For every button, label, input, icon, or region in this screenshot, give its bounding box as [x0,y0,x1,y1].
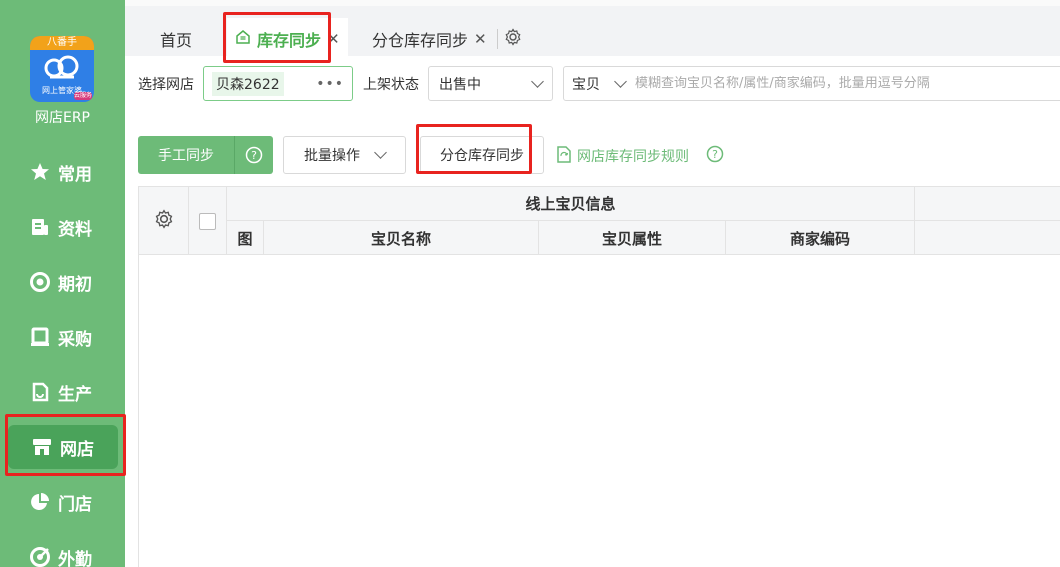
sidebar-item-field[interactable]: 外勤 [14,535,118,567]
product-table: 线上宝贝信息 图 宝贝名称 宝贝属性 商家编码 [138,186,1060,567]
sync-rule-link[interactable]: 网店库存同步规则 ? [556,145,724,167]
group-header-label: 线上宝贝信息 [525,195,616,213]
tab-divider [496,29,498,49]
sidebar-item-purchase[interactable]: 采购 [14,315,118,359]
manual-sync-button[interactable]: 手工同步 [138,145,234,165]
status-select[interactable]: 出售中 [428,66,553,101]
manual-sync-button-group: 手工同步 ? [138,136,273,174]
chevron-down-icon [374,146,387,159]
batch-ops-label: 批量操作 [304,148,360,164]
sidebar-item-label: 资料 [58,219,92,240]
svg-text:?: ? [712,148,718,161]
sidebar-item-label: 期初 [58,274,92,295]
table-header: 线上宝贝信息 图 宝贝名称 宝贝属性 商家编码 [139,186,1060,255]
sidebar-item-production[interactable]: 生产 [14,370,118,414]
select-all-checkbox[interactable] [199,212,216,230]
help-icon[interactable]: ? [706,145,724,167]
gear-icon[interactable] [154,209,174,233]
search-input[interactable] [635,76,1060,91]
search-box: 宝贝 [563,66,1060,101]
logo-top-text: 八番手 [30,36,94,50]
status-label: 上架状态 [363,77,419,93]
tab-home[interactable]: 首页 [160,18,192,60]
target-icon [30,272,50,292]
column-header-label: 宝贝属性 [601,229,662,248]
highlight-box-warehouse-sync [416,124,532,174]
column-header-image[interactable]: 图 [227,221,264,255]
close-icon[interactable]: ✕ [474,30,487,48]
app-logo[interactable]: 八番手 网上管家婆 云服务 [30,36,94,102]
shop-selector[interactable]: 贝森2622 ••• [203,66,353,101]
column-header-label: 商家编码 [789,229,850,248]
sidebar-item-common[interactable]: 常用 [14,150,118,194]
app-root: 八番手 网上管家婆 云服务 网店ERP 常用 资料 期初 采购 生产 网店 门店… [0,0,1060,567]
production-icon [30,382,50,402]
tab-label: 首页 [160,31,193,50]
tab-warehouse-sync[interactable]: 分仓库存同步 ✕ [372,18,522,60]
document-icon [30,217,50,237]
pie-chart-icon [30,492,50,512]
column-header-label: 图 [237,229,253,248]
column-header-product-attr[interactable]: 宝贝属性 [539,221,726,255]
search-type-select[interactable]: 宝贝 [572,74,627,94]
shop-label: 选择网店 [138,77,194,93]
column-settings-cell [139,187,189,255]
group-header-online-info: 线上宝贝信息 [227,187,915,221]
sync-doc-icon [556,145,572,167]
compass-icon [30,547,50,567]
sidebar-item-label: 门店 [58,494,92,515]
search-type-value: 宝贝 [572,76,600,93]
sidebar-item-label: 外勤 [58,549,92,567]
sidebar: 八番手 网上管家婆 云服务 网店ERP 常用 资料 期初 采购 生产 网店 门店… [0,0,126,567]
app-name: 网店ERP [34,110,90,126]
chevron-down-icon [531,74,544,88]
book-icon [30,327,50,347]
cloud-logo-icon [44,55,79,79]
sidebar-item-label: 常用 [58,164,92,185]
sidebar-item-initial[interactable]: 期初 [14,260,118,304]
select-all-cell [189,187,227,255]
batch-ops-dropdown[interactable]: 批量操作 [283,136,406,174]
sidebar-item-data[interactable]: 资料 [14,205,118,249]
chevron-down-icon [614,74,627,88]
logo-badge: 云服务 [74,92,93,100]
shop-chip: 贝森2622 [212,71,284,96]
column-header-extra [915,221,1060,255]
help-icon[interactable]: ? [235,146,273,164]
more-icon[interactable]: ••• [316,76,344,92]
sync-rule-label: 网店库存同步规则 [577,149,689,165]
status-value: 出售中 [439,76,481,93]
sidebar-item-physical-store[interactable]: 门店 [14,480,118,524]
sidebar-item-label: 采购 [58,329,92,350]
filter-row: 选择网店 贝森2622 ••• 上架状态 出售中 宝贝 [125,56,1060,110]
gear-icon[interactable] [504,28,522,50]
column-header-product-name[interactable]: 宝贝名称 [264,221,539,255]
tab-label: 分仓库存同步 [372,31,469,50]
svg-text:?: ? [251,149,257,162]
column-header-merchant-code[interactable]: 商家编码 [726,221,915,255]
group-header-extra [915,187,1060,221]
sidebar-item-label: 生产 [58,384,92,405]
highlight-box-online-store [5,414,126,476]
column-header-label: 宝贝名称 [370,229,431,248]
star-icon [30,162,50,182]
